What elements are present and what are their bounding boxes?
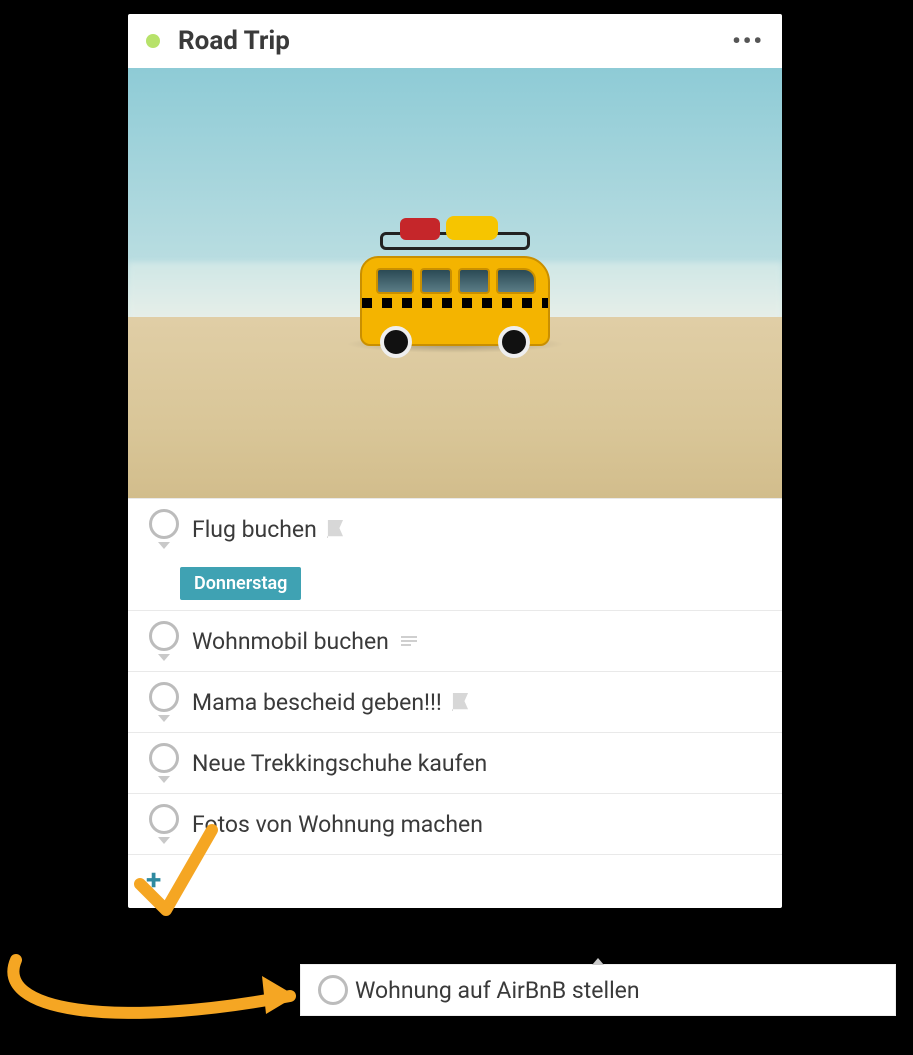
dragged-task-row[interactable]: Wohnung auf AirBnB stellen <box>300 964 896 1016</box>
task-checkbox[interactable] <box>149 804 179 834</box>
task-label: Wohnmobil buchen <box>188 628 389 655</box>
more-menu-button[interactable]: ••• <box>732 27 764 55</box>
card-header: Road Trip ••• <box>128 14 782 68</box>
task-label: Wohnung auf AirBnB stellen <box>355 977 640 1004</box>
project-card: Road Trip ••• <box>128 14 782 908</box>
task-row[interactable]: Flug buchen Donnerstag <box>128 498 782 610</box>
drag-handle-icon[interactable] <box>158 776 170 783</box>
drag-handle-icon[interactable] <box>158 654 170 661</box>
flag-icon[interactable] <box>327 520 345 538</box>
cover-image <box>128 68 782 498</box>
task-label: Mama bescheid geben!!! <box>188 689 442 716</box>
bus-illustration-icon <box>360 256 550 346</box>
due-date-badge[interactable]: Donnerstag <box>180 567 301 600</box>
drag-handle-icon[interactable] <box>158 837 170 844</box>
status-dot-icon <box>146 34 160 48</box>
task-checkbox[interactable] <box>149 743 179 773</box>
task-checkbox[interactable] <box>318 975 348 1005</box>
drag-handle-icon[interactable] <box>158 542 170 549</box>
task-list: Flug buchen Donnerstag Wohnmobil buchen … <box>128 498 782 908</box>
task-checkbox[interactable] <box>149 682 179 712</box>
task-checkbox[interactable] <box>149 621 179 651</box>
task-label: Fotos von Wohnung machen <box>188 811 483 838</box>
arrow-annotation-icon <box>13 960 290 1013</box>
task-label: Flug buchen <box>188 516 317 543</box>
task-row[interactable]: Wohnmobil buchen <box>128 610 782 671</box>
task-row[interactable]: Mama bescheid geben!!! <box>128 671 782 732</box>
task-row[interactable]: Fotos von Wohnung machen <box>128 793 782 854</box>
drag-handle-icon[interactable] <box>592 958 604 965</box>
task-label: Neue Trekkingschuhe kaufen <box>188 750 487 777</box>
task-row[interactable]: Neue Trekkingschuhe kaufen <box>128 732 782 793</box>
flag-icon[interactable] <box>452 693 470 711</box>
task-checkbox[interactable] <box>149 509 179 539</box>
project-title: Road Trip <box>178 26 732 56</box>
note-icon <box>401 636 417 646</box>
drag-handle-icon[interactable] <box>158 715 170 722</box>
add-task-button[interactable]: + <box>128 854 782 908</box>
